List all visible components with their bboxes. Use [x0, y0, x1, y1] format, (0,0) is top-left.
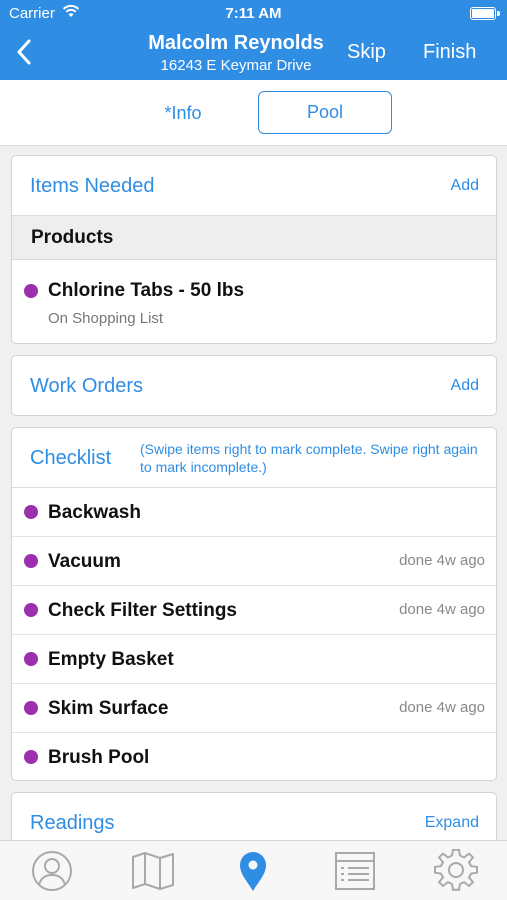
status-bar: Carrier 7:11 AM	[0, 0, 507, 28]
tab-pool[interactable]: Pool	[258, 91, 392, 134]
person-icon	[32, 851, 72, 891]
checklist-item-label: Check Filter Settings	[48, 600, 237, 621]
segment-bar: *Info Pool	[0, 80, 507, 146]
checklist-item[interactable]: Brush Pool	[12, 733, 496, 780]
navigation-header: Carrier 7:11 AM Malcolm Reynolds 16243 E…	[0, 0, 507, 80]
checklist-item-label: Empty Basket	[48, 649, 174, 670]
map-icon	[132, 852, 174, 890]
readings-title: Readings	[30, 812, 115, 834]
products-header: Products	[12, 216, 496, 260]
tab-customers[interactable]	[29, 849, 75, 893]
client-name: Malcolm Reynolds	[148, 32, 324, 54]
checklist-item[interactable]: Backwash	[12, 488, 496, 537]
status-dot	[24, 284, 38, 298]
items-needed-card: Items Needed Add Products Chlorine Tabs …	[11, 155, 497, 344]
checklist-card: Checklist (Swipe items right to mark com…	[11, 427, 497, 781]
checklist-item-done: done 4w ago	[399, 552, 485, 569]
add-work-order-button[interactable]: Add	[451, 377, 479, 395]
checklist-item-label: Vacuum	[48, 551, 121, 572]
tab-settings[interactable]	[433, 848, 479, 893]
status-dot	[24, 505, 38, 519]
product-status: On Shopping List	[48, 310, 164, 327]
checklist-item[interactable]: Check Filter Settings done 4w ago	[12, 586, 496, 635]
product-row[interactable]: Chlorine Tabs - 50 lbs On Shopping List	[12, 260, 496, 343]
tab-map[interactable]	[130, 849, 176, 893]
work-orders-card: Work Orders Add	[11, 355, 497, 416]
product-name: Chlorine Tabs - 50 lbs	[48, 280, 245, 301]
battery-icon	[470, 7, 500, 20]
status-dot	[24, 603, 38, 617]
status-time: 7:11 AM	[225, 5, 282, 22]
items-needed-title: Items Needed	[30, 175, 155, 197]
checklist-item[interactable]: Empty Basket	[12, 635, 496, 684]
status-dot	[24, 554, 38, 568]
client-address: 16243 E Keymar Drive	[160, 57, 312, 74]
items-needed-header: Items Needed Add	[12, 156, 496, 216]
checklist-instructions: (Swipe items right to mark complete. Swi…	[140, 441, 478, 475]
tab-bar	[0, 840, 507, 900]
checklist-items: Backwash Vacuum done 4w ago Check Filter…	[12, 488, 496, 780]
tab-route[interactable]	[230, 849, 276, 893]
checklist-item-label: Brush Pool	[48, 747, 150, 768]
skip-button[interactable]: Skip	[347, 41, 386, 64]
work-orders-title: Work Orders	[30, 375, 143, 397]
checklist-item-done: done 4w ago	[399, 699, 485, 716]
expand-readings-button[interactable]: Expand	[425, 814, 479, 832]
location-pin-icon	[240, 852, 266, 891]
tab-list[interactable]	[332, 849, 378, 893]
back-button[interactable]	[14, 38, 34, 66]
list-icon	[335, 852, 375, 890]
status-dot	[24, 652, 38, 666]
checklist-item-done: done 4w ago	[399, 601, 485, 618]
status-dot	[24, 750, 38, 764]
tab-info[interactable]: *Info	[140, 93, 226, 133]
finish-button[interactable]: Finish	[423, 41, 476, 64]
gear-icon	[434, 848, 478, 891]
checklist-item-label: Backwash	[48, 502, 141, 523]
checklist-title: Checklist	[30, 447, 112, 469]
add-item-button[interactable]: Add	[451, 177, 479, 195]
nav-title: Malcolm Reynolds 16243 E Keymar Drive	[120, 32, 352, 74]
status-dot	[24, 701, 38, 715]
checklist-header: Checklist (Swipe items right to mark com…	[12, 428, 496, 488]
checklist-item[interactable]: Skim Surface done 4w ago	[12, 684, 496, 733]
checklist-item-label: Skim Surface	[48, 698, 169, 719]
work-orders-header: Work Orders Add	[12, 356, 496, 415]
chevron-left-icon	[17, 39, 31, 65]
checklist-item[interactable]: Vacuum done 4w ago	[12, 537, 496, 586]
